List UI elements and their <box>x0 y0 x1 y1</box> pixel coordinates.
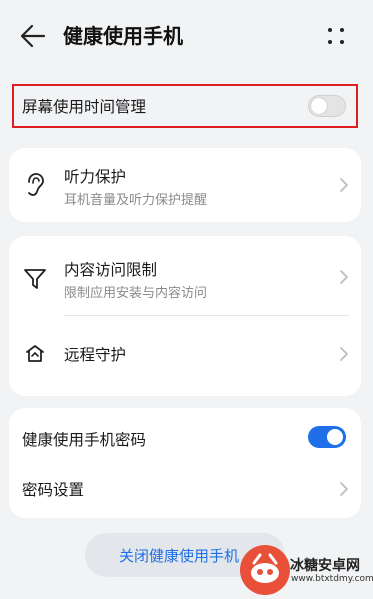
password-title: 健康使用手机密码 <box>22 431 147 449</box>
watermark-url: www.btxtdmy.com <box>291 574 373 584</box>
content-restriction-row[interactable]: 内容访问限制 限制应用安装与内容访问 <box>9 236 361 316</box>
chevron-right-icon <box>339 481 349 497</box>
password-settings-label: 密码设置 <box>22 481 85 499</box>
password-toggle-row[interactable]: 健康使用手机密码 <box>9 408 361 466</box>
chevron-right-icon <box>339 177 349 193</box>
screen-time-toggle[interactable] <box>308 95 346 117</box>
page-title: 健康使用手机 <box>63 24 183 48</box>
back-arrow-icon[interactable] <box>18 23 48 49</box>
ear-icon <box>23 172 47 198</box>
more-icon[interactable] <box>326 26 346 46</box>
chevron-right-icon <box>339 269 349 285</box>
hearing-subtitle: 耳机音量及听力保护提醒 <box>64 193 208 208</box>
content-title: 内容访问限制 <box>64 261 158 279</box>
remote-guard-row[interactable]: 远程守护 <box>9 316 361 396</box>
content-subtitle: 限制应用安装与内容访问 <box>64 286 208 301</box>
restrictions-card: 内容访问限制 限制应用安装与内容访问 远程守护 <box>9 236 361 396</box>
screen-time-label: 屏幕使用时间管理 <box>22 98 147 116</box>
hearing-card[interactable]: 听力保护 耳机音量及听力保护提醒 <box>9 148 361 222</box>
chevron-right-icon <box>339 346 349 362</box>
close-health-label: 关闭健康使用手机 <box>119 547 240 565</box>
watermark-name: 冰糖安卓网 <box>290 558 360 574</box>
remote-title: 远程守护 <box>64 346 127 364</box>
password-settings-row[interactable]: 密码设置 <box>9 466 361 518</box>
password-toggle[interactable] <box>308 426 346 448</box>
remote-guard-icon <box>23 342 47 366</box>
hearing-title: 听力保护 <box>64 168 127 186</box>
filter-icon <box>23 267 47 291</box>
password-card: 健康使用手机密码 密码设置 <box>9 408 361 518</box>
